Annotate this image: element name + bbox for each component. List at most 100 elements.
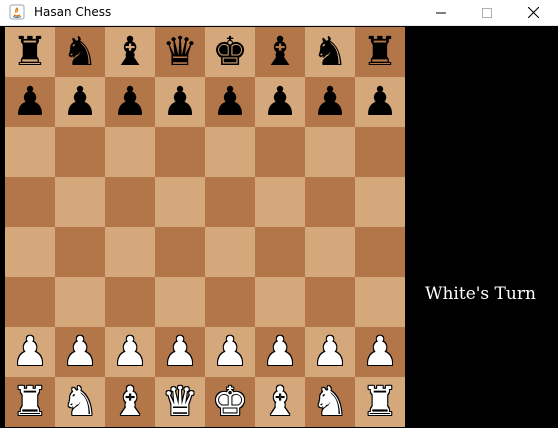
square-c8[interactable]: ♝ <box>105 27 155 77</box>
square-g6[interactable] <box>305 127 355 177</box>
close-button[interactable] <box>510 0 556 25</box>
square-a7[interactable]: ♟ <box>5 77 55 127</box>
square-b3[interactable] <box>55 277 105 327</box>
black-knight-icon[interactable]: ♞ <box>62 27 98 77</box>
square-g8[interactable]: ♞ <box>305 27 355 77</box>
square-f1[interactable]: ♝ <box>255 377 305 427</box>
square-g3[interactable] <box>305 277 355 327</box>
white-pawn-icon[interactable]: ♟ <box>212 327 248 377</box>
square-h3[interactable] <box>355 277 405 327</box>
square-f5[interactable] <box>255 177 305 227</box>
square-c3[interactable] <box>105 277 155 327</box>
square-a5[interactable] <box>5 177 55 227</box>
square-h5[interactable] <box>355 177 405 227</box>
black-bishop-icon[interactable]: ♝ <box>112 27 148 77</box>
square-b1[interactable]: ♞ <box>55 377 105 427</box>
square-e5[interactable] <box>205 177 255 227</box>
square-c2[interactable]: ♟ <box>105 327 155 377</box>
black-knight-icon[interactable]: ♞ <box>312 27 348 77</box>
black-pawn-icon[interactable]: ♟ <box>112 77 148 127</box>
white-bishop-icon[interactable]: ♝ <box>112 377 148 427</box>
square-f6[interactable] <box>255 127 305 177</box>
white-rook-icon[interactable]: ♜ <box>362 377 398 427</box>
square-h6[interactable] <box>355 127 405 177</box>
square-a3[interactable] <box>5 277 55 327</box>
square-b7[interactable]: ♟ <box>55 77 105 127</box>
square-d3[interactable] <box>155 277 205 327</box>
white-pawn-icon[interactable]: ♟ <box>112 327 148 377</box>
square-b4[interactable] <box>55 227 105 277</box>
square-g5[interactable] <box>305 177 355 227</box>
white-pawn-icon[interactable]: ♟ <box>362 327 398 377</box>
square-b5[interactable] <box>55 177 105 227</box>
black-rook-icon[interactable]: ♜ <box>362 27 398 77</box>
minimize-button[interactable] <box>418 0 464 25</box>
square-a4[interactable] <box>5 227 55 277</box>
white-pawn-icon[interactable]: ♟ <box>12 327 48 377</box>
square-f4[interactable] <box>255 227 305 277</box>
square-e8[interactable]: ♚ <box>205 27 255 77</box>
black-pawn-icon[interactable]: ♟ <box>362 77 398 127</box>
white-pawn-icon[interactable]: ♟ <box>62 327 98 377</box>
square-d8[interactable]: ♛ <box>155 27 205 77</box>
square-e2[interactable]: ♟ <box>205 327 255 377</box>
square-g7[interactable]: ♟ <box>305 77 355 127</box>
square-f2[interactable]: ♟ <box>255 327 305 377</box>
square-f7[interactable]: ♟ <box>255 77 305 127</box>
square-f3[interactable] <box>255 277 305 327</box>
square-a8[interactable]: ♜ <box>5 27 55 77</box>
title-bar[interactable]: Hasan Chess <box>0 0 558 26</box>
square-a2[interactable]: ♟ <box>5 327 55 377</box>
white-rook-icon[interactable]: ♜ <box>12 377 48 427</box>
square-h1[interactable]: ♜ <box>355 377 405 427</box>
square-f8[interactable]: ♝ <box>255 27 305 77</box>
square-d1[interactable]: ♛ <box>155 377 205 427</box>
square-d2[interactable]: ♟ <box>155 327 205 377</box>
square-h7[interactable]: ♟ <box>355 77 405 127</box>
square-c6[interactable] <box>105 127 155 177</box>
black-pawn-icon[interactable]: ♟ <box>162 77 198 127</box>
square-d4[interactable] <box>155 227 205 277</box>
square-g4[interactable] <box>305 227 355 277</box>
white-pawn-icon[interactable]: ♟ <box>312 327 348 377</box>
square-h4[interactable] <box>355 227 405 277</box>
square-b2[interactable]: ♟ <box>55 327 105 377</box>
square-e7[interactable]: ♟ <box>205 77 255 127</box>
black-pawn-icon[interactable]: ♟ <box>12 77 48 127</box>
square-c5[interactable] <box>105 177 155 227</box>
square-d7[interactable]: ♟ <box>155 77 205 127</box>
white-king-icon[interactable]: ♚ <box>212 377 248 427</box>
black-pawn-icon[interactable]: ♟ <box>62 77 98 127</box>
square-a6[interactable] <box>5 127 55 177</box>
white-pawn-icon[interactable]: ♟ <box>262 327 298 377</box>
square-c1[interactable]: ♝ <box>105 377 155 427</box>
black-rook-icon[interactable]: ♜ <box>12 27 48 77</box>
black-king-icon[interactable]: ♚ <box>212 27 248 77</box>
square-g2[interactable]: ♟ <box>305 327 355 377</box>
square-a1[interactable]: ♜ <box>5 377 55 427</box>
black-pawn-icon[interactable]: ♟ <box>262 77 298 127</box>
square-g1[interactable]: ♞ <box>305 377 355 427</box>
square-h2[interactable]: ♟ <box>355 327 405 377</box>
square-e1[interactable]: ♚ <box>205 377 255 427</box>
black-pawn-icon[interactable]: ♟ <box>312 77 348 127</box>
square-d6[interactable] <box>155 127 205 177</box>
white-pawn-icon[interactable]: ♟ <box>162 327 198 377</box>
square-e3[interactable] <box>205 277 255 327</box>
square-d5[interactable] <box>155 177 205 227</box>
white-knight-icon[interactable]: ♞ <box>312 377 348 427</box>
black-bishop-icon[interactable]: ♝ <box>262 27 298 77</box>
white-knight-icon[interactable]: ♞ <box>62 377 98 427</box>
maximize-button[interactable] <box>464 0 510 25</box>
black-pawn-icon[interactable]: ♟ <box>212 77 248 127</box>
square-c4[interactable] <box>105 227 155 277</box>
white-queen-icon[interactable]: ♛ <box>162 377 198 427</box>
square-c7[interactable]: ♟ <box>105 77 155 127</box>
square-h8[interactable]: ♜ <box>355 27 405 77</box>
square-b8[interactable]: ♞ <box>55 27 105 77</box>
square-e6[interactable] <box>205 127 255 177</box>
black-queen-icon[interactable]: ♛ <box>162 27 198 77</box>
square-e4[interactable] <box>205 227 255 277</box>
square-b6[interactable] <box>55 127 105 177</box>
white-bishop-icon[interactable]: ♝ <box>262 377 298 427</box>
